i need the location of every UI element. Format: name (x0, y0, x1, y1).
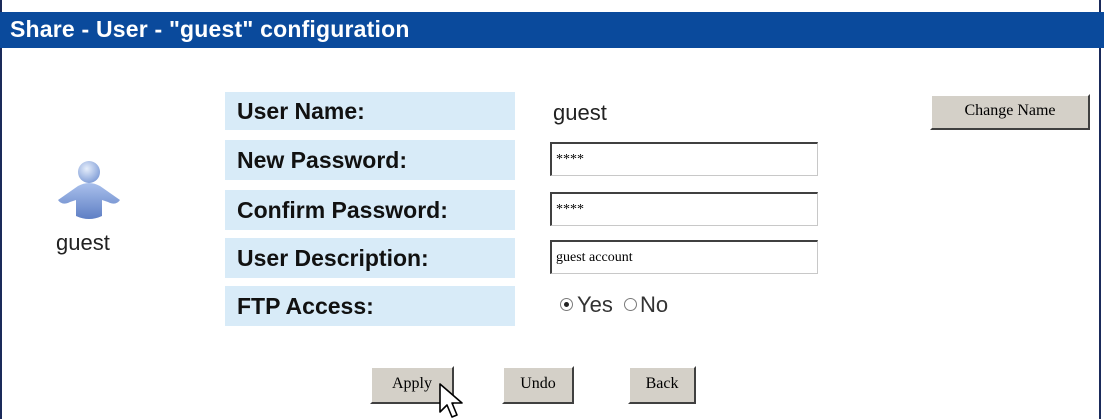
change-name-button-label: Change Name (964, 102, 1056, 119)
change-name-button[interactable]: Change Name (930, 94, 1090, 130)
back-button[interactable]: Back (628, 366, 696, 404)
user-description-field[interactable] (550, 240, 818, 274)
ftp-yes-radio[interactable] (560, 298, 573, 311)
new-password-label: New Password: (225, 140, 515, 180)
title-bar: Share - User - "guest" configuration (0, 12, 1104, 48)
ftp-no-label: No (640, 292, 669, 317)
page-title: Share - User - "guest" configuration (10, 16, 410, 42)
user-name-value: guest (553, 100, 607, 125)
user-avatar-label: guest (56, 230, 110, 255)
user-description-label: User Description: (225, 238, 515, 278)
user-avatar-icon (58, 161, 120, 219)
ftp-no-radio[interactable] (624, 298, 637, 311)
confirm-password-label: Confirm Password: (225, 190, 515, 230)
confirm-password-field[interactable] (550, 192, 818, 226)
new-password-field[interactable] (550, 142, 818, 176)
ftp-yes-label: Yes (577, 292, 613, 317)
radio-selected-dot (564, 302, 569, 307)
back-button-label: Back (645, 375, 679, 392)
ftp-access-label: FTP Access: (225, 286, 515, 326)
undo-button-label: Undo (520, 375, 556, 392)
undo-button[interactable]: Undo (502, 366, 574, 404)
apply-button-label: Apply (392, 375, 432, 392)
user-name-label: User Name: (225, 92, 515, 130)
mouse-cursor-icon (439, 383, 463, 418)
